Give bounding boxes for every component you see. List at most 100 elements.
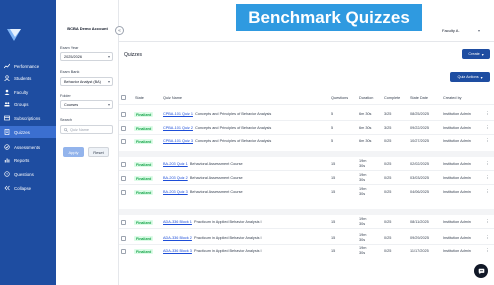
sidebar-item-label: Questions: [14, 171, 34, 177]
quiz-name-cell: CPBA-101 Quiz 1 Concepts and Principles …: [163, 112, 271, 116]
quiz-link[interactable]: BA-203 Quiz 2: [163, 176, 188, 180]
row-checkbox[interactable]: [121, 176, 126, 181]
quiz-name-cell: BA-203 Quiz 2 Behavioral Assessment Cour…: [163, 176, 243, 180]
row-checkbox[interactable]: [121, 249, 126, 254]
app-logo-icon[interactable]: [7, 28, 21, 41]
sidebar-item-reports[interactable]: Reports: [0, 154, 56, 166]
more-options-icon[interactable]: ⋮: [485, 219, 490, 225]
exam-bank-select[interactable]: Behavior Analyst (BA) ▾: [60, 77, 113, 86]
row-checkbox[interactable]: [121, 162, 126, 167]
complete-cell: 0/25: [384, 249, 392, 253]
reset-button[interactable]: Reset: [88, 147, 109, 157]
search-input[interactable]: Quiz Name: [60, 125, 113, 134]
sidebar-item-quizzes[interactable]: Quizzes: [0, 126, 56, 138]
quiz-title: Concepts and Principles of Behavior Anal…: [195, 126, 272, 130]
exam-year-select[interactable]: 2025/2026 ▾: [60, 52, 113, 61]
quiz-link[interactable]: BA-203 Quiz 1: [163, 162, 188, 166]
more-options-icon[interactable]: ⋮: [485, 125, 490, 131]
row-checkbox[interactable]: [121, 190, 126, 195]
chat-button[interactable]: [474, 264, 488, 278]
more-options-icon[interactable]: ⋮: [485, 189, 490, 195]
sidebar-item-groups[interactable]: Groups: [0, 98, 56, 110]
collapse-filter-button[interactable]: «: [115, 26, 124, 35]
column-header[interactable]: State Date: [410, 96, 428, 100]
complete-cell: 0/25: [384, 176, 392, 180]
more-options-icon[interactable]: ⋮: [485, 138, 490, 144]
header-divider: [119, 104, 494, 105]
quiz-title: Behavioral Assessment Course: [189, 190, 243, 194]
quiz-link[interactable]: CPBA-101 Quiz 2: [163, 126, 193, 130]
column-header[interactable]: Duration: [359, 96, 373, 100]
column-header[interactable]: Quiz Name: [163, 96, 182, 100]
quiz-link[interactable]: CPBA-101 Quiz 1: [163, 112, 193, 116]
created-by-cell: Institution Admin: [443, 112, 471, 116]
created-by-cell: Institution Admin: [443, 249, 471, 253]
chevron-down-icon[interactable]: ▾: [478, 28, 480, 33]
row-divider: [119, 244, 494, 245]
sidebar-item-assessments[interactable]: Assessments: [0, 141, 56, 153]
folder-select[interactable]: Courses ▾: [60, 100, 113, 109]
sidebar-item-students[interactable]: Students: [0, 72, 56, 84]
date-cell: 08/11/2025: [410, 220, 429, 224]
column-header[interactable]: Complete: [384, 96, 400, 100]
quiz-link[interactable]: CPBA-101 Quiz 3: [163, 139, 193, 143]
column-header[interactable]: Created by: [443, 96, 462, 100]
date-cell: 04/06/2025: [410, 190, 430, 194]
row-checkbox[interactable]: [121, 126, 126, 131]
chat-icon: [478, 268, 485, 275]
quiz-title: Behavioral Assessment Course: [189, 176, 243, 180]
row-checkbox[interactable]: [121, 236, 126, 241]
group-separator: [119, 209, 494, 215]
created-by-cell: Institution Admin: [443, 190, 471, 194]
sidebar-item-label: Faculty: [14, 89, 29, 95]
complete-cell: 0/25: [384, 190, 392, 194]
more-options-icon[interactable]: ⋮: [485, 175, 490, 181]
svg-text:?: ?: [6, 172, 8, 176]
chevron-down-icon: ▾: [480, 75, 483, 80]
date-cell: 09/29/2025: [410, 236, 430, 240]
apply-button[interactable]: Apply: [63, 147, 84, 157]
sidebar-item-questions[interactable]: ? Questions: [0, 168, 56, 180]
created-by-cell: Institution Admin: [443, 126, 471, 130]
sidebar-item-faculty[interactable]: Faculty: [0, 86, 56, 98]
sidebar-item-label: Performance: [14, 63, 40, 69]
folder-label: Folder: [60, 94, 71, 98]
sidebar-item-performance[interactable]: Performance: [0, 60, 56, 72]
more-options-icon[interactable]: ⋮: [485, 248, 490, 254]
user-menu[interactable]: Faculty A.: [442, 28, 460, 33]
column-header[interactable]: Questions: [331, 96, 348, 100]
quiz-actions-button[interactable]: Quiz Actions ▾: [450, 72, 490, 82]
created-by-cell: Institution Admin: [443, 162, 471, 166]
complete-cell: 3/25: [384, 112, 392, 116]
quiz-link[interactable]: ADA-336 Block 2: [163, 236, 192, 240]
select-all-checkbox[interactable]: [121, 95, 126, 100]
exam-year-label: Exam Year: [60, 46, 79, 50]
row-checkbox[interactable]: [121, 112, 126, 117]
more-options-icon[interactable]: ⋮: [485, 111, 490, 117]
chart-line-icon: [4, 63, 10, 69]
create-button[interactable]: Create ▾: [462, 49, 490, 59]
questions-cell: 5: [331, 139, 334, 143]
quiz-name-cell: BA-203 Quiz 1 Behavioral Assessment Cour…: [163, 162, 243, 166]
more-options-icon[interactable]: ⋮: [485, 235, 490, 241]
sidebar-item-label: Students: [14, 75, 32, 81]
quizzes-icon: [4, 129, 10, 135]
row-checkbox[interactable]: [121, 139, 126, 144]
created-by-cell: Institution Admin: [443, 176, 471, 180]
quiz-name-cell: ADA-336 Block 1 Practicum in Applied Beh…: [163, 220, 262, 224]
sidebar-item-subscriptions[interactable]: Subscriptions: [0, 112, 56, 124]
column-header[interactable]: State: [135, 96, 144, 100]
collapse-icon: [4, 185, 10, 191]
sidebar-item-collapse[interactable]: Collapse: [0, 182, 56, 194]
duration-cell: 19m 30s: [359, 246, 367, 255]
quiz-link[interactable]: BA-203 Quiz 3: [163, 190, 188, 194]
quiz-name-cell: BA-203 Quiz 3 Behavioral Assessment Cour…: [163, 190, 243, 194]
quiz-link[interactable]: ADA-336 Block 1: [163, 220, 192, 224]
more-options-icon[interactable]: ⋮: [485, 161, 490, 167]
created-by-cell: Institution Admin: [443, 220, 471, 224]
row-checkbox[interactable]: [121, 220, 126, 225]
questions-cell: 15: [331, 249, 336, 253]
exam-year-value: 2025/2026: [64, 54, 82, 59]
quiz-link[interactable]: ADA-336 Block 3: [163, 249, 192, 253]
duration-cell: 19m 30s: [359, 217, 367, 226]
